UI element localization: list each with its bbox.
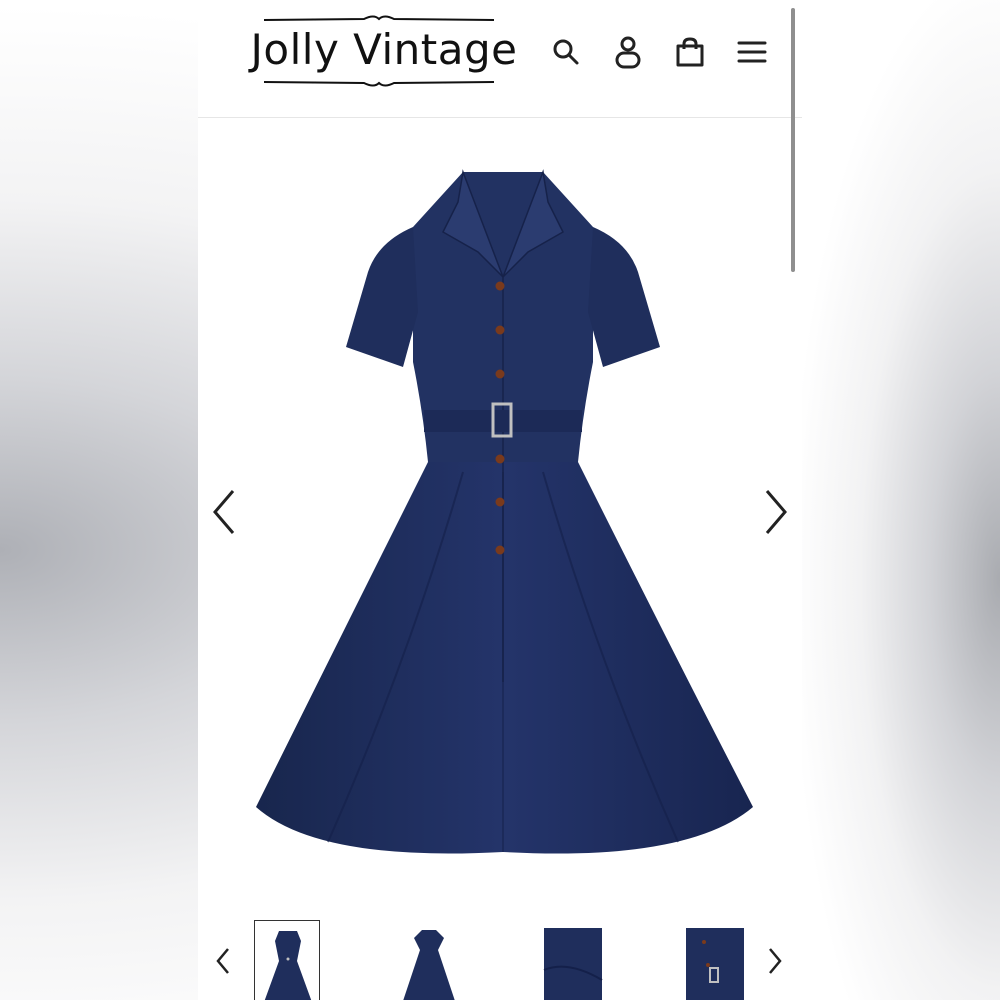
search-icon[interactable] — [548, 34, 584, 70]
menu-icon[interactable] — [734, 34, 770, 70]
thumbnail-3[interactable] — [538, 920, 604, 1000]
store-logo[interactable]: Jolly Vintage — [234, 14, 534, 90]
thumbnail-strip — [198, 916, 802, 1000]
thumbnail-prev-icon[interactable] — [208, 944, 238, 978]
chevron-right-icon[interactable] — [756, 482, 796, 542]
background-right — [802, 0, 1000, 1000]
logo-ornament-top — [264, 15, 494, 21]
thumbnail-2[interactable] — [396, 920, 462, 1000]
thumbnail-next-icon[interactable] — [760, 944, 790, 978]
logo-ornament-bottom — [264, 81, 494, 87]
chevron-left-icon[interactable] — [204, 482, 244, 542]
store-name: Jolly Vintage — [250, 25, 518, 74]
product-gallery — [198, 118, 802, 908]
product-image[interactable] — [238, 162, 768, 858]
phone-screen: Jolly Vintage — [198, 0, 802, 1000]
cart-icon[interactable] — [672, 34, 708, 70]
site-header: Jolly Vintage — [198, 0, 802, 118]
account-icon[interactable] — [610, 34, 646, 70]
thumbnail-1[interactable] — [254, 920, 320, 1000]
thumbnail-4[interactable] — [680, 920, 746, 1000]
